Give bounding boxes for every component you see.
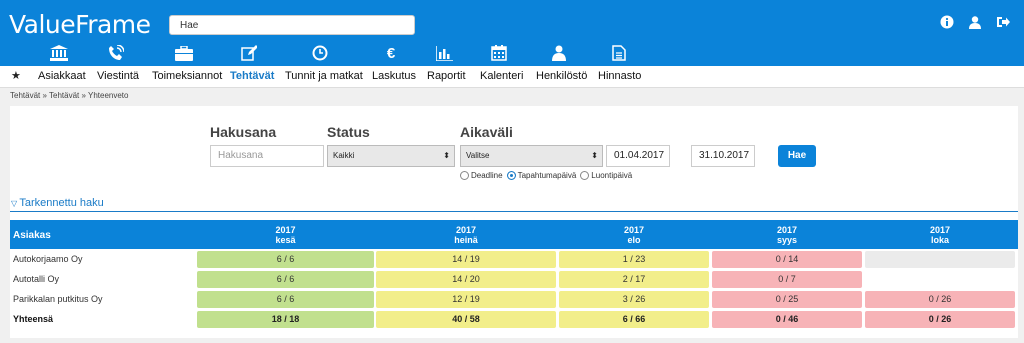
nav-item-raportit[interactable]: Raportit [427, 70, 466, 82]
status-select-value: Kaikki [333, 151, 355, 160]
table-cell[interactable]: 0 / 46 [712, 311, 862, 328]
radio-circle-selected [506, 171, 516, 181]
customer-name: Yhteensä [13, 314, 54, 324]
table-cell[interactable]: 3 / 26 [559, 291, 709, 308]
table-cell[interactable]: 6 / 6 [197, 251, 374, 268]
chevron-updown-icon: ⬍ [443, 151, 450, 160]
column-header-loka[interactable]: 2017 loka [865, 220, 1015, 249]
user-icon[interactable] [968, 15, 982, 29]
table-cell[interactable]: 6 / 66 [559, 311, 709, 328]
table-cell[interactable]: 40 / 58 [376, 311, 556, 328]
table-row[interactable]: Autokorjaamo Oy 6 / 6 14 / 19 1 / 23 0 / 14 [10, 250, 1018, 269]
nav-item-henkilosto[interactable]: Henkilöstö [536, 70, 587, 82]
table-cell[interactable]: 2 / 17 [559, 271, 709, 288]
edit-icon[interactable] [240, 44, 258, 62]
top-bar: ValueFrame € [0, 0, 1024, 66]
nav-item-tunnit[interactable]: Tunnit ja matkat [285, 70, 363, 82]
table-cell[interactable]: 0 / 14 [712, 251, 862, 268]
advanced-search-toggle[interactable]: ▽ Tarkennettu haku [11, 197, 104, 209]
table-cell[interactable]: 6 / 6 [197, 271, 374, 288]
radio-label: Luontipäivä [591, 171, 633, 180]
header-year: 2017 [455, 225, 477, 235]
euro-icon[interactable]: € [382, 44, 400, 62]
radio-circle [460, 171, 469, 181]
star-icon[interactable]: ★ [11, 69, 21, 82]
bank-icon[interactable] [50, 44, 68, 62]
header-year: 2017 [275, 225, 296, 235]
column-header-syys[interactable]: 2017 syys [712, 220, 862, 249]
chart-icon[interactable] [435, 44, 453, 62]
aikavali-select[interactable]: Valitse ⬍ [460, 145, 603, 167]
search-input[interactable] [169, 15, 415, 35]
nav-item-kalenteri[interactable]: Kalenteri [480, 70, 523, 82]
radio-tapahtumapaiva[interactable]: Tapahtumapäivä [506, 171, 577, 181]
radio-circle [580, 171, 590, 181]
table-header: Asiakas 2017 kesä 2017 heinä 2017 elo 2017 s… [10, 220, 1018, 249]
header-month: syys [776, 235, 798, 245]
radio-label: Deadline [471, 171, 503, 180]
clock-icon[interactable] [311, 44, 329, 62]
document-icon[interactable] [610, 44, 628, 62]
date-from-input[interactable]: 01.04.2017 [606, 145, 670, 167]
calendar-icon[interactable] [490, 44, 508, 62]
table-cell[interactable] [865, 251, 1015, 268]
total-row[interactable]: Yhteensä 18 / 18 40 / 58 6 / 66 0 / 46 0 / 26 [10, 310, 1018, 329]
nav-item-tehtavat[interactable]: Tehtävät [230, 70, 274, 82]
header-year: 2017 [623, 225, 645, 235]
header-year: 2017 [929, 225, 951, 235]
radio-label: Tapahtumapäivä [517, 171, 577, 180]
chevron-updown-icon: ⬍ [591, 151, 598, 160]
table-cell[interactable]: 1 / 23 [559, 251, 709, 268]
person-icon[interactable] [550, 44, 568, 62]
table-cell[interactable]: 0 / 26 [865, 291, 1015, 308]
divider [10, 211, 1018, 212]
table-cell[interactable]: 0 / 26 [865, 311, 1015, 328]
briefcase-icon[interactable] [175, 44, 193, 62]
status-label: Status [327, 124, 370, 140]
info-icon[interactable] [940, 15, 954, 29]
status-select[interactable]: Kaikki ⬍ [327, 145, 455, 167]
customer-name: Parikkalan putkitus Oy [13, 294, 103, 304]
column-header-elo[interactable]: 2017 elo [559, 220, 709, 249]
date-to-input[interactable]: 31.10.2017 [691, 145, 755, 167]
hakusana-input[interactable]: Hakusana [210, 145, 324, 167]
header-month: elo [627, 235, 641, 245]
table-cell[interactable]: 0 / 25 [712, 291, 862, 308]
nav-item-laskutus[interactable]: Laskutus [372, 70, 416, 82]
aikavali-label: Aikaväli [460, 124, 513, 140]
advanced-search-label: Tarkennettu haku [19, 197, 104, 209]
customer-name: Autokorjaamo Oy [13, 254, 83, 264]
app-logo[interactable]: ValueFrame [9, 10, 151, 39]
nav-item-toimeksiannot[interactable]: Toimeksiannot [152, 70, 222, 82]
aikavali-select-value: Valitse [466, 151, 490, 160]
table-cell[interactable]: 18 / 18 [197, 311, 374, 328]
phone-icon[interactable] [107, 44, 125, 62]
table-cell[interactable]: 14 / 20 [376, 271, 556, 288]
header-month: loka [930, 235, 949, 245]
table-cell[interactable]: 12 / 19 [376, 291, 556, 308]
table-row[interactable]: Autotalli Oy 6 / 6 14 / 20 2 / 17 0 / 7 [10, 270, 1018, 289]
radio-deadline[interactable]: Deadline [460, 171, 503, 181]
hakusana-label: Hakusana [210, 124, 277, 140]
header-month: heinä [454, 235, 478, 245]
nav-item-hinnasto[interactable]: Hinnasto [598, 70, 641, 82]
header-month: kesä [275, 235, 296, 245]
nav-item-viestinta[interactable]: Viestintä [97, 70, 139, 82]
radio-luontipaiva[interactable]: Luontipäivä [580, 171, 633, 181]
search-button[interactable]: Hae [778, 145, 816, 167]
date-type-radio-group: Deadline Tapahtumapäivä Luontipäivä [460, 171, 633, 181]
column-header-asiakas[interactable]: Asiakas [13, 230, 51, 241]
column-header-heina[interactable]: 2017 heinä [376, 220, 556, 249]
nav-item-asiakkaat[interactable]: Asiakkaat [38, 70, 86, 82]
table-row[interactable]: Parikkalan putkitus Oy 6 / 6 12 / 19 3 / 26… [10, 290, 1018, 309]
logout-icon[interactable] [996, 15, 1010, 29]
table-cell[interactable]: 0 / 7 [712, 271, 862, 288]
breadcrumb[interactable]: Tehtävät » Tehtävät » Yhteenveto [10, 91, 128, 100]
customer-name: Autotalli Oy [13, 274, 60, 284]
table-cell[interactable]: 14 / 19 [376, 251, 556, 268]
header-year: 2017 [776, 225, 798, 235]
table-cell[interactable]: 6 / 6 [197, 291, 374, 308]
column-header-kesa[interactable]: 2017 kesä [197, 220, 374, 249]
main-nav: ★ Asiakkaat Viestintä Toimeksiannot Teht… [0, 66, 1024, 88]
